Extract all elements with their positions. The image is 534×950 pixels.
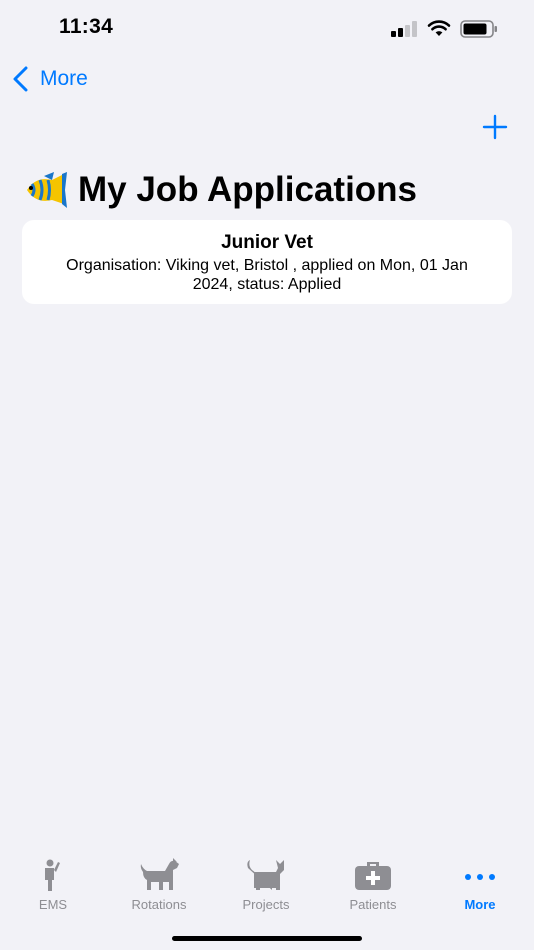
tab-bar: EMS Rotations Projects Patients More [0,850,534,950]
back-button[interactable]: More [12,64,88,94]
person-waving-icon [45,859,60,891]
tab-label: Rotations [131,897,187,912]
status-time: 11:34 [59,15,114,38]
tab-ems[interactable]: EMS [0,858,106,918]
tab-projects[interactable]: Projects [213,858,319,918]
add-application-button[interactable] [481,113,509,141]
signal-icon [391,21,417,37]
dog-icon [140,858,179,890]
tab-label: More [464,897,496,912]
battery-icon [460,20,497,38]
application-detail: Organisation: Viking vet, Bristol , appl… [66,257,468,293]
job-application-card[interactable]: Junior Vet Organisation: Viking vet, Bri… [22,220,512,304]
page-title-row: My Job Applications [24,168,417,212]
application-title: Junior Vet [221,232,313,253]
cat-icon [247,860,284,890]
wifi-icon [427,20,451,36]
status-bar: 11:34 [0,0,534,56]
tab-label: Projects [242,897,290,912]
tab-label: Patients [349,897,397,912]
page-title: My Job Applications [78,170,418,209]
tab-label: EMS [38,897,68,912]
home-indicator [172,936,362,941]
tab-rotations[interactable]: Rotations [106,858,212,918]
chevron-left-icon [13,66,28,92]
medical-bag-icon [355,862,391,890]
tab-more[interactable]: More [427,858,533,918]
tab-patients[interactable]: Patients [320,858,426,918]
tropical-fish-icon [27,172,67,208]
back-label: More [40,67,88,90]
plus-icon [482,114,508,140]
ellipsis-icon [465,874,495,880]
